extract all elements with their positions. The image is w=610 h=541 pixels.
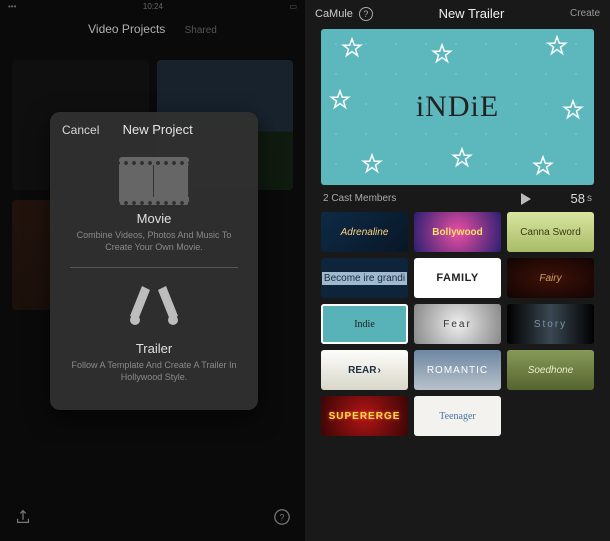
template-adrenaline[interactable]: Adrenaline — [321, 212, 408, 252]
template-canna-sword[interactable]: Canna Sword — [507, 212, 594, 252]
template-fear[interactable]: Fear — [414, 304, 501, 344]
trailer-label: Trailer — [66, 341, 242, 356]
projects-screen: ••• 10:24 ▭ Video Projects Shared Cancel… — [0, 0, 305, 541]
trailer-preview[interactable]: iNDiE — [321, 29, 594, 185]
movie-option[interactable]: Movie Combine Videos, Photos And Music T… — [50, 143, 258, 265]
spotlights-icon — [66, 284, 242, 335]
new-project-modal: Cancel New Project Movie Combine Videos,… — [50, 112, 258, 410]
template-bollywood[interactable]: Bollywood — [414, 212, 501, 252]
create-button[interactable]: Create — [570, 8, 600, 19]
star-icon — [532, 155, 554, 177]
help-icon[interactable]: ? — [273, 508, 291, 531]
duration-unit: s — [587, 193, 592, 204]
template-romantic[interactable]: ROMANTIC — [414, 350, 501, 390]
template-family[interactable]: FAMILY — [414, 258, 501, 298]
filmstrip-icon — [66, 157, 242, 205]
template-indie[interactable]: Indie — [321, 304, 408, 344]
help-icon[interactable]: ? — [359, 7, 373, 21]
template-supererge[interactable]: SUPERERGE — [321, 396, 408, 436]
preview-title: iNDiE — [416, 90, 499, 124]
back-button[interactable]: CaMule — [315, 8, 353, 20]
signal-icon: ••• — [8, 2, 16, 10]
star-icon — [562, 99, 584, 121]
modal-title: New Project — [69, 122, 246, 137]
status-time: 10:24 — [143, 2, 163, 10]
template-teenager[interactable]: Teenager — [414, 396, 501, 436]
movie-desc: Combine Videos, Photos And Music To Crea… — [66, 230, 242, 253]
svg-text:?: ? — [279, 513, 284, 523]
template-story[interactable]: Story — [507, 304, 594, 344]
trailer-option[interactable]: Trailer Follow A Template And Create A T… — [50, 270, 258, 395]
projects-header: Video Projects Shared — [0, 12, 305, 42]
play-button[interactable] — [521, 193, 531, 205]
star-icon — [341, 37, 363, 59]
new-trailer-screen: CaMule ? New Trailer Create iNDiE 2 Cast… — [305, 0, 610, 541]
battery-icon: ▭ — [289, 2, 297, 10]
star-icon — [546, 35, 568, 57]
screen-title: New Trailer — [373, 6, 570, 21]
template-rear[interactable]: REAR — [321, 350, 408, 390]
trailer-desc: Follow A Template And Create A Trailer I… — [66, 360, 242, 383]
star-icon — [451, 147, 473, 169]
duration-number: 58 — [571, 191, 585, 206]
movie-label: Movie — [66, 211, 242, 226]
star-icon — [361, 153, 383, 175]
template-grid: Adrenaline Bollywood Canna Sword Become … — [305, 212, 610, 436]
header-title: Video Projects — [88, 22, 165, 36]
template-become[interactable]: Become ire grandi — [321, 258, 408, 298]
star-icon — [431, 43, 453, 65]
header-secondary: Shared — [185, 25, 217, 36]
status-bar: ••• 10:24 ▭ — [0, 0, 305, 12]
export-icon[interactable] — [14, 508, 32, 531]
cast-members-label[interactable]: 2 Cast Members — [323, 193, 521, 204]
divider — [70, 267, 238, 268]
template-fairy[interactable]: Fairy — [507, 258, 594, 298]
star-icon — [329, 89, 351, 111]
template-soedhone[interactable]: Soedhone — [507, 350, 594, 390]
